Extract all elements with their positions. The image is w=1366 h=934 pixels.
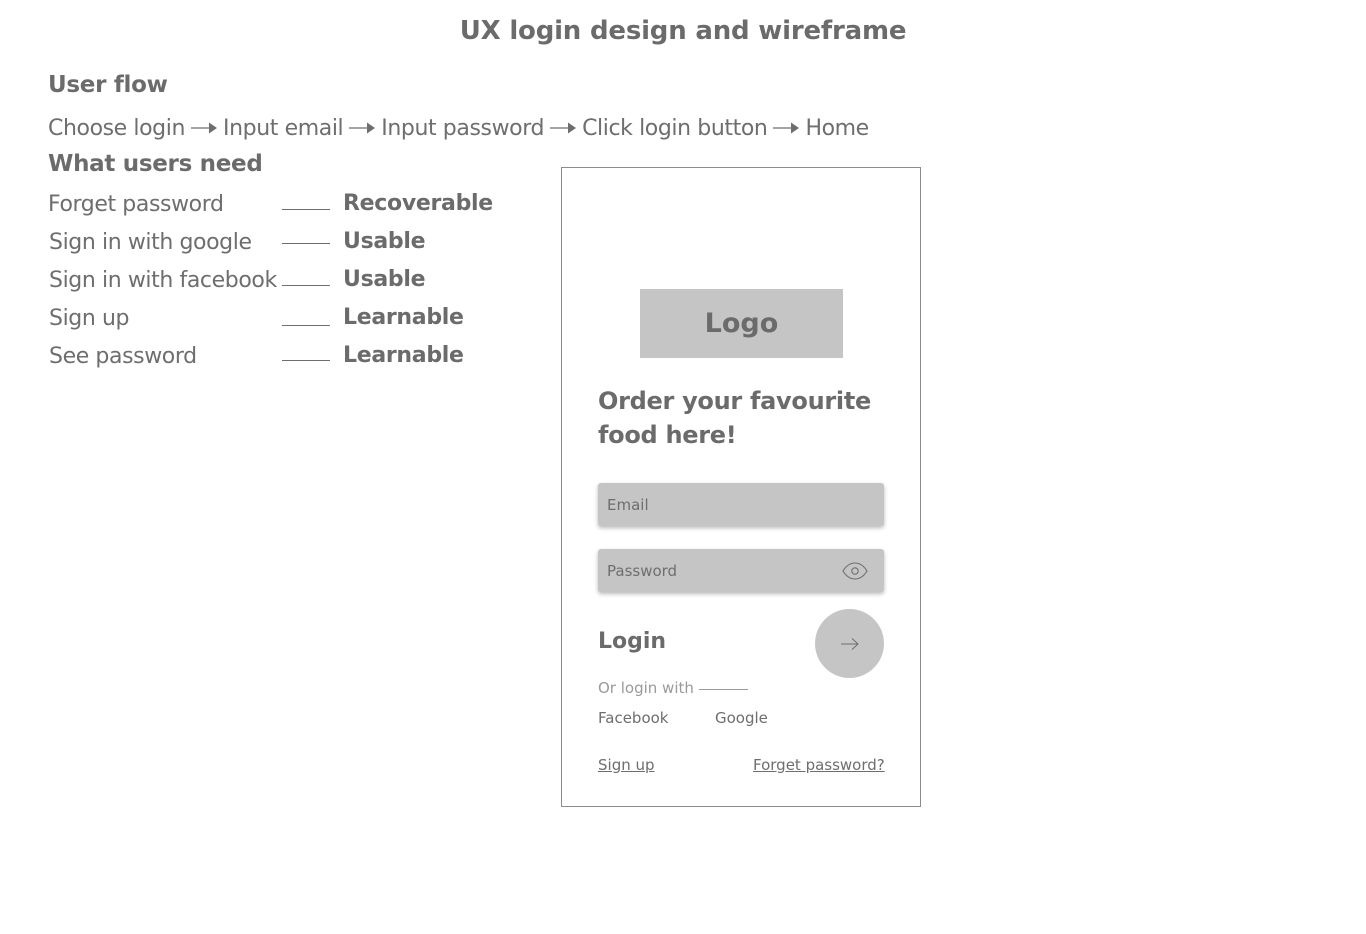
tagline: Order your favourite food here! [598, 387, 871, 449]
user-flow-steps: Choose login Input email Input password … [48, 113, 869, 143]
need-quality-learnable: Learnable [343, 343, 464, 368]
password-field[interactable] [598, 549, 884, 592]
login-label: Login [598, 629, 667, 654]
need-connector-line [282, 360, 330, 361]
user-flow-heading: User flow [48, 72, 168, 98]
arrow-right-icon [840, 637, 859, 650]
sign-up-link[interactable]: Sign up [598, 756, 655, 774]
need-quality-recoverable: Recoverable [343, 191, 493, 216]
google-login-link[interactable]: Google [715, 709, 768, 727]
login-button[interactable] [815, 609, 884, 678]
or-login-with-label: Or login with [598, 679, 694, 697]
arrow-right-icon [773, 122, 800, 134]
need-quality-usable: Usable [343, 229, 426, 254]
arrow-right-icon [550, 122, 577, 134]
email-input[interactable] [598, 483, 846, 526]
flow-step-home: Home [805, 115, 869, 141]
divider-line [699, 689, 748, 690]
need-label-see-password: See password [49, 344, 197, 369]
need-label-sign-in-google: Sign in with google [49, 230, 252, 255]
need-quality-usable: Usable [343, 267, 426, 292]
need-connector-line [282, 243, 330, 244]
arrow-right-icon [349, 122, 376, 134]
password-input[interactable] [598, 549, 846, 592]
need-connector-line [282, 209, 330, 210]
need-label-sign-up: Sign up [49, 306, 130, 331]
flow-step-input-password: Input password [381, 115, 545, 141]
facebook-login-link[interactable]: Facebook [598, 709, 668, 727]
flow-step-input-email: Input email [223, 115, 344, 141]
logo-placeholder: Logo [640, 289, 843, 358]
logo-text: Logo [704, 308, 779, 339]
need-connector-line [282, 325, 330, 326]
flow-step-choose-login: Choose login [48, 115, 186, 141]
need-label-sign-in-facebook: Sign in with facebook [49, 268, 277, 293]
flow-step-click-login-button: Click login button [582, 115, 768, 141]
page-title: UX login design and wireframe [459, 16, 907, 46]
arrow-right-icon [191, 122, 218, 134]
eye-icon[interactable] [842, 562, 868, 580]
needs-heading: What users need [48, 151, 263, 177]
need-label-forget-password: Forget password [48, 192, 224, 217]
email-field[interactable] [598, 483, 884, 526]
need-connector-line [282, 285, 330, 286]
forget-password-link[interactable]: Forget password? [753, 756, 885, 774]
need-quality-learnable: Learnable [343, 305, 464, 330]
